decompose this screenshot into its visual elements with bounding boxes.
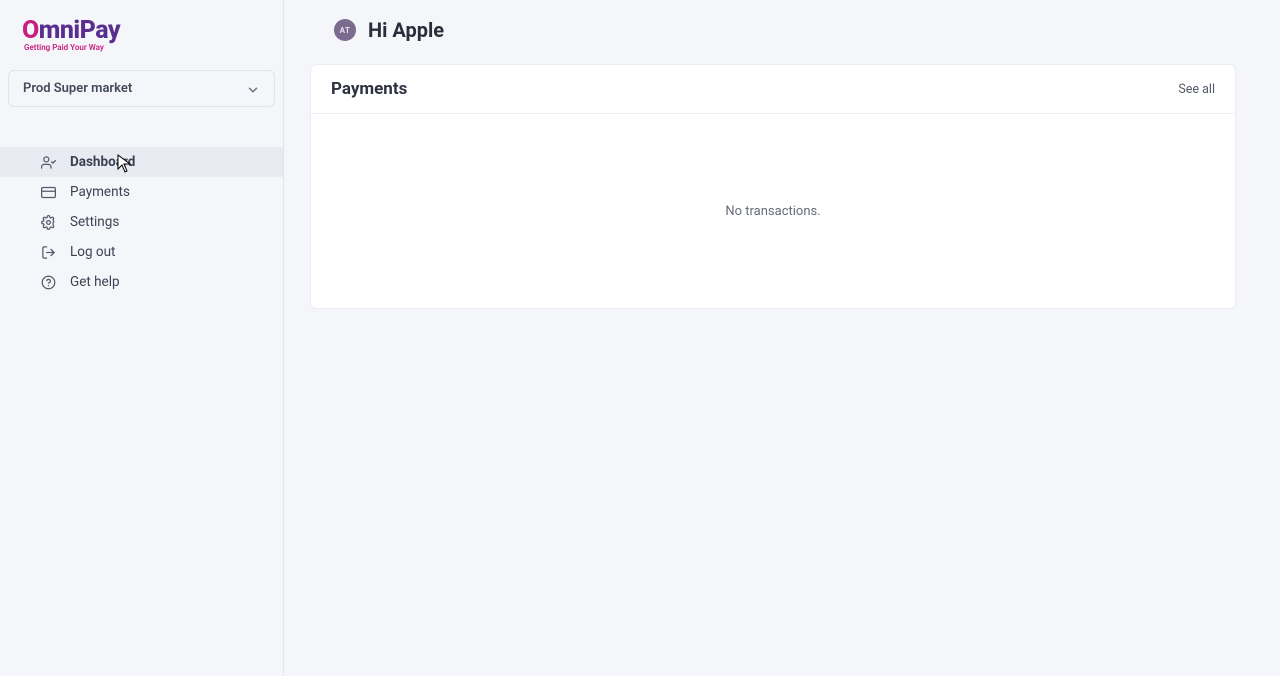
- sidebar-item-label: Log out: [70, 244, 263, 260]
- no-transactions-message: No transactions.: [725, 204, 820, 219]
- sidebar: OmniPay Getting Paid Your Way Prod Super…: [0, 0, 284, 676]
- greeting-row: AT Hi Apple: [334, 18, 1254, 42]
- sidebar-item-logout[interactable]: Log out: [0, 237, 283, 267]
- sidebar-item-settings[interactable]: Settings: [0, 207, 283, 237]
- credit-card-icon: [40, 184, 56, 200]
- sidebar-item-payments[interactable]: Payments: [0, 177, 283, 207]
- brand-rest: mniPay: [39, 16, 120, 45]
- sidebar-item-dashboard[interactable]: Dashboard: [0, 147, 283, 177]
- merchant-selector[interactable]: Prod Super market: [8, 70, 275, 107]
- chevron-down-icon: [246, 82, 260, 96]
- payments-card-header: Payments See all: [311, 65, 1235, 114]
- help-circle-icon: [40, 274, 56, 290]
- brand-letter-o: O: [22, 16, 39, 45]
- gear-icon: [40, 214, 56, 230]
- brand-logo: OmniPay Getting Paid Your Way: [0, 12, 283, 70]
- sidebar-item-get-help[interactable]: Get help: [0, 267, 283, 297]
- sidebar-nav: Dashboard Payments Settings Log out Get …: [0, 147, 283, 297]
- see-all-link[interactable]: See all: [1178, 82, 1215, 97]
- payments-card: Payments See all No transactions.: [310, 64, 1236, 309]
- logout-icon: [40, 244, 56, 260]
- brand-wordmark: OmniPay: [22, 16, 261, 45]
- main-content: AT Hi Apple Payments See all No transact…: [284, 0, 1280, 676]
- merchant-selector-label: Prod Super market: [23, 81, 132, 96]
- person-check-icon: [40, 154, 56, 170]
- payments-card-title: Payments: [331, 79, 407, 99]
- sidebar-item-label: Payments: [70, 184, 263, 200]
- sidebar-item-label: Settings: [70, 214, 263, 230]
- greeting-text: Hi Apple: [368, 18, 444, 42]
- avatar[interactable]: AT: [334, 19, 356, 41]
- payments-card-body: No transactions.: [311, 114, 1235, 308]
- brand-tagline: Getting Paid Your Way: [24, 43, 261, 52]
- sidebar-item-label: Dashboard: [70, 154, 263, 170]
- sidebar-item-label: Get help: [70, 274, 263, 290]
